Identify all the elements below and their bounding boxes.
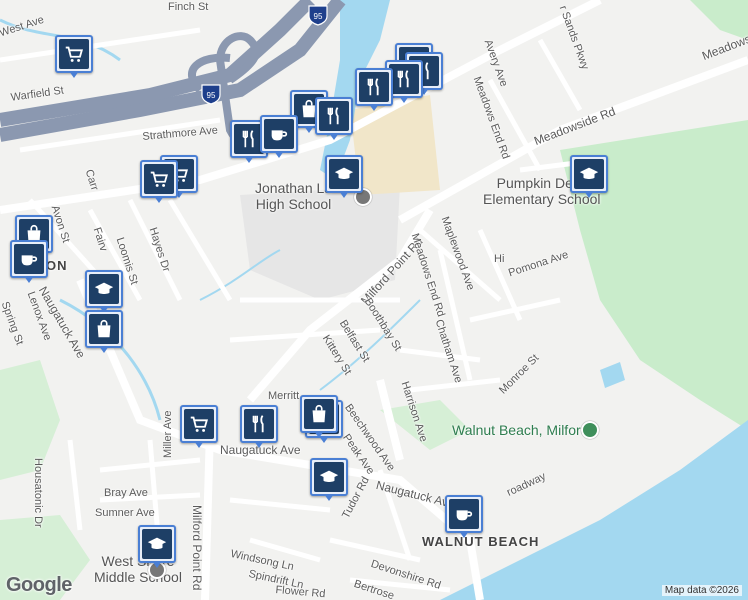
cart-icon bbox=[144, 164, 174, 194]
street-label: Merritt bbox=[268, 390, 300, 402]
poi-marker-school[interactable] bbox=[138, 525, 176, 568]
poi-marker-school[interactable] bbox=[325, 155, 363, 198]
poi-marker-cafe[interactable] bbox=[260, 115, 298, 158]
cart-icon bbox=[184, 409, 214, 439]
poi-marker-cafe[interactable] bbox=[445, 495, 483, 538]
poi-marker-school[interactable] bbox=[310, 458, 348, 501]
fork-knife-icon bbox=[319, 101, 349, 131]
poi-marker-school[interactable] bbox=[570, 155, 608, 198]
place-label-jonathan-law-high-school[interactable]: Jonathan La High School bbox=[255, 180, 332, 212]
school-icon bbox=[89, 274, 119, 304]
place-label-walnut-beach-milford[interactable]: Walnut Beach, Milford bbox=[452, 422, 588, 438]
poi-marker-grocery[interactable] bbox=[55, 35, 93, 78]
place-label-line: Elementary School bbox=[483, 191, 601, 207]
poi-marker-cafe[interactable] bbox=[10, 240, 48, 283]
ocean bbox=[440, 420, 748, 600]
park-area bbox=[0, 360, 60, 480]
place-label-line: High School bbox=[255, 196, 332, 212]
poi-marker-grocery[interactable] bbox=[180, 405, 218, 448]
map-canvas[interactable]: 95 95 West Ave Finch St Warfield St Stra… bbox=[0, 0, 748, 600]
poi-marker-shopping[interactable] bbox=[300, 395, 338, 438]
coffee-icon bbox=[449, 499, 479, 529]
street-label: Finch St bbox=[168, 1, 209, 13]
svg-text:95: 95 bbox=[314, 12, 323, 21]
poi-marker-school[interactable] bbox=[85, 270, 123, 313]
interstate-shield-icon: 95 bbox=[201, 84, 221, 105]
park-pin-icon[interactable] bbox=[581, 421, 599, 439]
street-label: Milford Point Rd bbox=[190, 505, 204, 591]
school-icon bbox=[574, 159, 604, 189]
school-icon bbox=[329, 159, 359, 189]
street-label: Miller Ave bbox=[162, 410, 174, 458]
area-label-walnut-beach: WALNUT BEACH bbox=[422, 534, 540, 549]
place-label-line: Middle School bbox=[94, 569, 182, 585]
poi-marker-restaurant[interactable] bbox=[355, 68, 393, 111]
map-attribution[interactable]: Map data ©2026 bbox=[661, 585, 742, 596]
poi-marker-shopping[interactable] bbox=[85, 310, 123, 353]
area-label-partial: ON bbox=[46, 258, 68, 273]
street-label: Sumner Ave bbox=[95, 507, 155, 519]
coffee-icon bbox=[264, 119, 294, 149]
poi-marker-restaurant[interactable] bbox=[315, 97, 353, 140]
fork-knife-icon bbox=[244, 409, 274, 439]
svg-text:95: 95 bbox=[207, 91, 216, 100]
fork-knife-icon bbox=[389, 64, 419, 94]
coffee-icon bbox=[14, 244, 44, 274]
fork-knife-icon bbox=[359, 72, 389, 102]
poi-marker-restaurant[interactable] bbox=[240, 405, 278, 448]
bag-icon bbox=[89, 314, 119, 344]
bag-icon bbox=[304, 399, 334, 429]
street-label: Bray Ave bbox=[104, 487, 148, 499]
cart-icon bbox=[59, 39, 89, 69]
school-icon bbox=[314, 462, 344, 492]
street-label: Housatonic Dr bbox=[32, 458, 44, 528]
pond bbox=[600, 362, 625, 388]
street-label: Hi bbox=[494, 253, 505, 265]
google-logo: Google bbox=[6, 574, 72, 596]
school-icon bbox=[142, 529, 172, 559]
poi-marker-grocery[interactable] bbox=[140, 160, 178, 203]
place-label-line: Jonathan La bbox=[255, 180, 333, 196]
interstate-shield-icon: 95 bbox=[308, 5, 328, 26]
